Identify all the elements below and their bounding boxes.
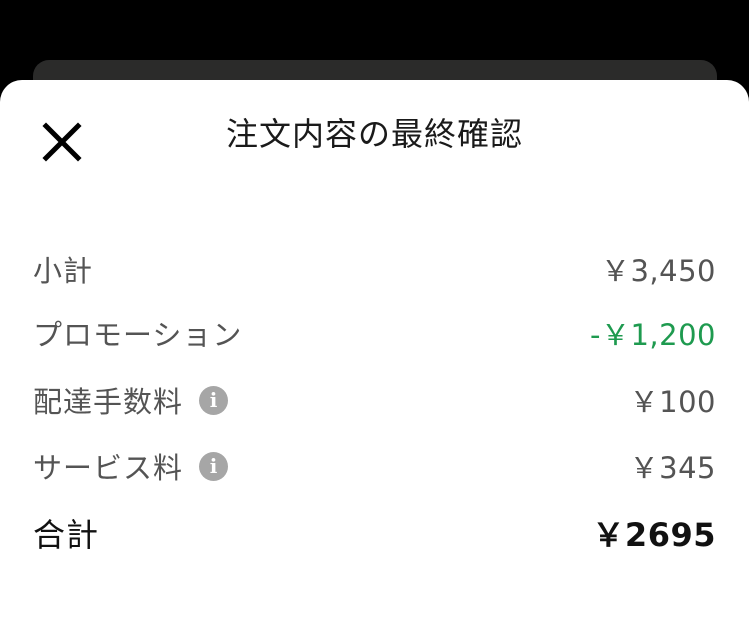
total-label: 合計 (33, 516, 100, 554)
delivery-fee-value: ￥100 (629, 385, 716, 419)
order-confirmation-sheet: 注文内容の最終確認 小計 ￥3,450 プロモーション -￥1,200 配達手数… (0, 80, 749, 623)
service-fee-value: ￥345 (629, 451, 716, 485)
delivery-fee-row: 配達手数料 i ￥100 (33, 378, 716, 422)
total-value: ￥2695 (592, 516, 716, 554)
promotion-value: -￥1,200 (590, 318, 716, 352)
service-fee-label-group: サービス料 i (33, 445, 229, 487)
subtotal-row: 小計 ￥3,450 (33, 247, 716, 291)
promotion-row: プロモーション -￥1,200 (33, 311, 716, 355)
sheet-title: 注文内容の最終確認 (225, 115, 523, 153)
subtotal-label: 小計 (33, 254, 94, 288)
delivery-fee-label: 配達手数料 (33, 385, 184, 419)
subtotal-value: ￥3,450 (600, 254, 716, 288)
info-icon[interactable]: i (199, 385, 229, 415)
service-fee-row: サービス料 i ￥345 (33, 444, 716, 488)
info-icon[interactable]: i (199, 451, 229, 481)
delivery-fee-label-group: 配達手数料 i (33, 379, 229, 421)
service-fee-label: サービス料 (33, 451, 184, 485)
promotion-label: プロモーション (33, 318, 243, 352)
total-row: 合計 ￥2695 (33, 511, 716, 555)
